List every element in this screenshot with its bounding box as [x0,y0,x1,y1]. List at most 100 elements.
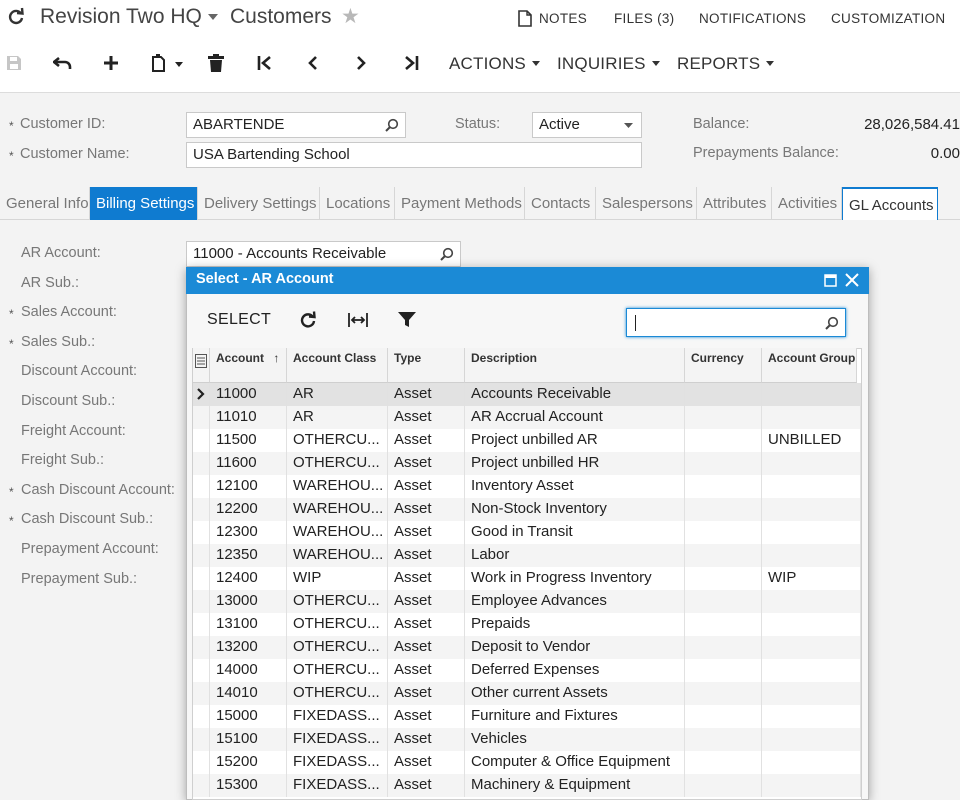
cell-description: Project unbilled HR [465,452,685,475]
table-row[interactable]: 13000 OTHERCU... Asset Employee Advances [193,590,861,613]
undo-icon[interactable] [52,52,74,74]
column-header-account-group[interactable]: Account Group [762,348,857,383]
customer-name-label: Customer Name: [20,146,130,162]
save-icon[interactable] [3,52,25,74]
row-selector[interactable] [193,774,210,797]
required-mark: * [9,119,14,133]
required-mark: * [9,337,14,351]
tab-payment-methods[interactable]: Payment Methods [395,187,525,220]
table-row[interactable]: 14000 OTHERCU... Asset Deferred Expenses [193,659,861,682]
search-icon[interactable] [825,316,839,330]
next-record-icon[interactable] [350,52,372,74]
row-selector[interactable] [193,521,210,544]
table-row[interactable]: 12100 WAREHOU... Asset Inventory Asset [193,475,861,498]
table-row[interactable]: 12300 WAREHOU... Asset Good in Transit [193,521,861,544]
row-selector[interactable] [193,498,210,521]
tab-activities[interactable]: Activities [772,187,842,220]
row-selector[interactable] [193,659,210,682]
column-header-description[interactable]: Description [465,348,685,383]
tab-contacts[interactable]: Contacts [525,187,596,220]
customer-id-field[interactable]: ABARTENDE [186,112,406,138]
table-row[interactable]: 11500 OTHERCU... Asset Project unbilled AR U… [193,429,861,452]
tab-salespersons[interactable]: Salespersons [596,187,697,220]
row-selector[interactable] [193,682,210,705]
cell-account: 11600 [210,452,287,475]
row-selector[interactable] [193,452,210,475]
row-selector[interactable] [193,590,210,613]
row-selector[interactable] [193,705,210,728]
row-selector[interactable] [193,728,210,751]
last-record-icon[interactable] [400,52,422,74]
company-name[interactable]: Revision Two HQ [40,5,202,29]
status-select[interactable]: Active [532,112,642,138]
customer-name-field[interactable]: USA Bartending School [186,142,642,168]
select-button[interactable]: SELECT [207,311,271,329]
filter-icon[interactable] [398,312,416,328]
table-row[interactable]: 11010 AR Asset AR Accrual Account [193,406,861,429]
copy-paste-icon[interactable] [150,52,184,74]
notes-icon[interactable] [518,10,532,27]
delete-icon[interactable] [205,52,227,74]
favorite-star-icon[interactable]: ★ [341,4,360,29]
cell-account-group [762,705,861,728]
table-row[interactable]: 14010 OTHERCU... Asset Other current Assets [193,682,861,705]
tab-gl-accounts[interactable]: GL Accounts [842,187,938,220]
close-icon[interactable] [845,273,859,287]
tab-attributes[interactable]: Attributes [697,187,772,220]
row-selector[interactable] [193,406,210,429]
table-row[interactable]: 12200 WAREHOU... Asset Non-Stock Inventory [193,498,861,521]
table-row[interactable]: 11600 OTHERCU... Asset Project unbilled HR [193,452,861,475]
row-selector[interactable] [193,613,210,636]
row-selector[interactable] [193,383,210,406]
row-selector[interactable] [193,544,210,567]
tab-general-info[interactable]: General Info [0,187,90,220]
refresh-icon[interactable] [299,311,317,329]
column-header-account-class[interactable]: Account Class [287,348,388,383]
row-selector[interactable] [193,475,210,498]
row-selector[interactable] [193,567,210,590]
row-selector[interactable] [193,429,210,452]
actions-menu[interactable]: ACTIONS [449,54,540,74]
cell-description: Good in Transit [465,521,685,544]
chevron-down-icon[interactable] [624,123,633,128]
add-icon[interactable] [100,52,122,74]
tab-billing-settings[interactable]: Billing Settings [90,187,198,220]
column-header-currency[interactable]: Currency [685,348,762,383]
table-row[interactable]: 13100 OTHERCU... Asset Prepaids [193,613,861,636]
chevron-down-icon[interactable] [208,14,218,20]
notifications-link[interactable]: NOTIFICATIONS [699,11,806,26]
inquiries-menu[interactable]: INQUIRIES [557,54,660,74]
cell-type: Asset [388,613,465,636]
cell-account-group [762,751,861,774]
row-selector[interactable] [193,636,210,659]
customization-link[interactable]: CUSTOMIZATION [831,11,945,26]
ar-account-field[interactable]: 11000 - Accounts Receivable [186,241,461,267]
row-selector[interactable] [193,751,210,774]
notes-link[interactable]: NOTES [539,11,587,26]
row-selector-header[interactable] [193,348,210,383]
table-row[interactable]: 12350 WAREHOU... Asset Labor [193,544,861,567]
refresh-icon[interactable] [6,7,26,27]
reports-menu[interactable]: REPORTS [677,54,774,74]
search-icon[interactable] [440,247,454,261]
search-icon[interactable] [385,118,399,132]
fit-columns-icon[interactable] [348,312,368,328]
previous-record-icon[interactable] [302,52,324,74]
table-row[interactable]: 15300 FIXEDASS... Asset Machinery & Equipme… [193,774,861,797]
tab-locations[interactable]: Locations [320,187,395,220]
files-link[interactable]: FILES (3) [614,11,674,26]
first-record-icon[interactable] [254,52,276,74]
maximize-icon[interactable] [824,274,837,287]
column-header-account[interactable]: Account ↑ [210,348,287,383]
table-row[interactable]: 11000 AR Asset Accounts Receivable [193,383,861,406]
cell-account-group [762,659,861,682]
table-row[interactable]: 13200 OTHERCU... Asset Deposit to Vendor [193,636,861,659]
table-row[interactable]: 15000 FIXEDASS... Asset Furniture and Fixtu… [193,705,861,728]
table-row[interactable]: 15100 FIXEDASS... Asset Vehicles [193,728,861,751]
column-header-type[interactable]: Type [388,348,465,383]
table-row[interactable]: 15200 FIXEDASS... Asset Computer & Office E… [193,751,861,774]
cell-description: Other current Assets [465,682,685,705]
dialog-search-input[interactable] [626,308,846,337]
table-row[interactable]: 12400 WIP Asset Work in Progress Inventory W… [193,567,861,590]
tab-delivery-settings[interactable]: Delivery Settings [198,187,320,220]
